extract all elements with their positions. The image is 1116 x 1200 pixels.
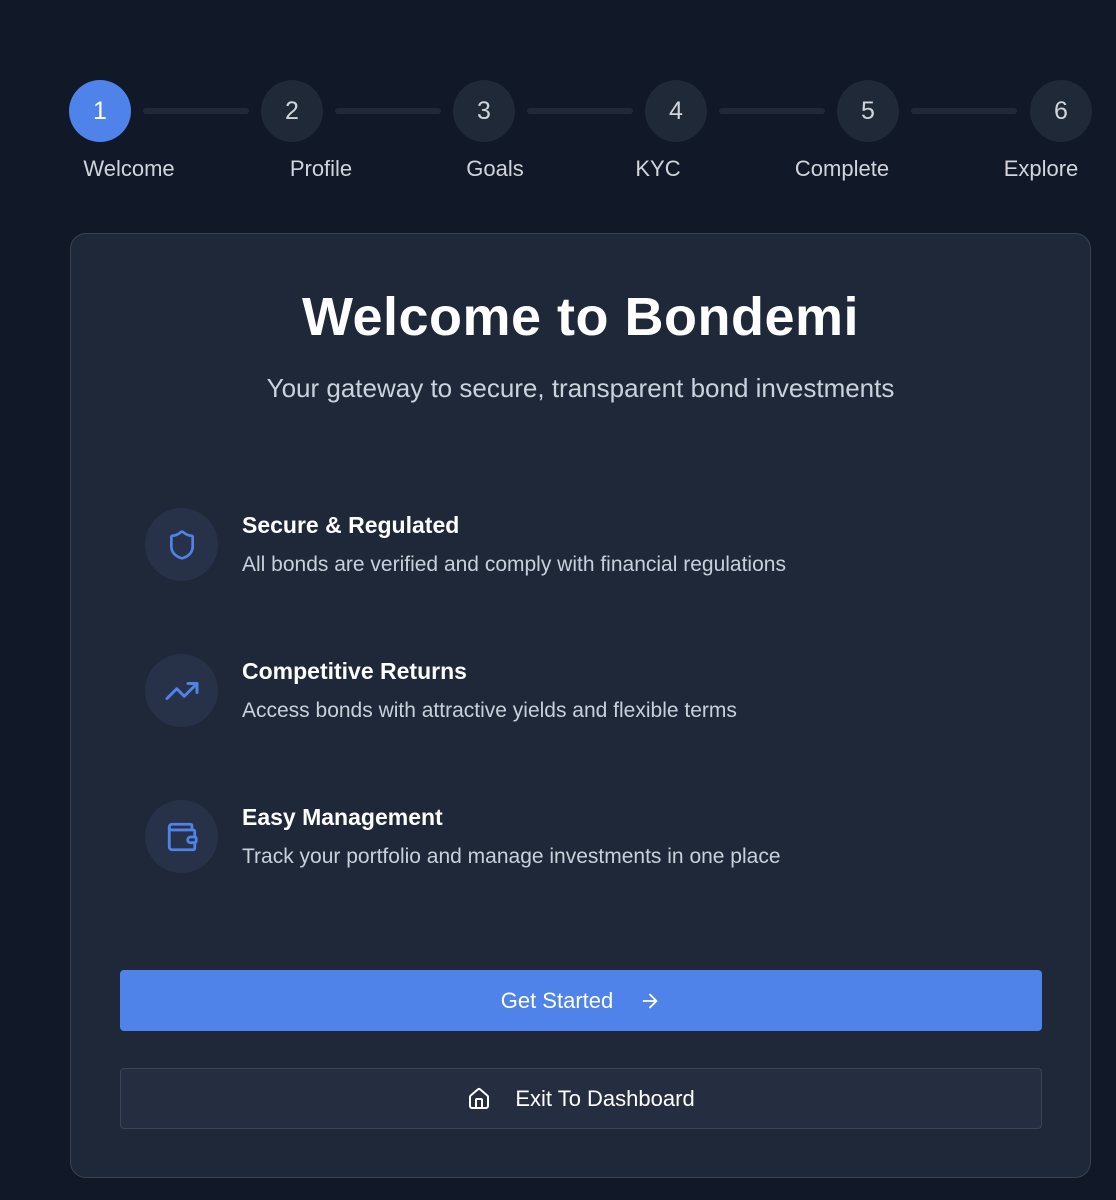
feature-description: Access bonds with attractive yields and … xyxy=(242,699,737,722)
shield-icon xyxy=(145,508,218,581)
page-title: Welcome to Bondemi xyxy=(301,287,860,347)
page-subtitle: Your gateway to secure, transparent bond… xyxy=(266,373,895,403)
step-6-label: Explore xyxy=(1003,156,1079,181)
onboarding-stepper: 1 2 3 4 5 6 Welcome Profile Goals KYC Co… xyxy=(0,0,1116,200)
get-started-button[interactable]: Get Started xyxy=(120,970,1042,1031)
step-connector xyxy=(335,108,441,114)
home-icon xyxy=(467,1087,491,1111)
feature-description: All bonds are verified and comply with f… xyxy=(242,553,786,576)
exit-to-dashboard-button[interactable]: Exit To Dashboard xyxy=(120,1068,1042,1129)
feature-item-management: Easy Management Track your portfolio and… xyxy=(145,800,1025,874)
step-connector xyxy=(143,108,249,114)
trending-up-icon xyxy=(145,654,218,727)
step-2-label: Profile xyxy=(289,156,353,181)
step-4-circle[interactable]: 4 xyxy=(645,80,707,142)
welcome-card: Welcome to Bondemi Your gateway to secur… xyxy=(70,233,1091,1178)
step-1-circle[interactable]: 1 xyxy=(69,80,131,142)
feature-title: Easy Management xyxy=(242,804,443,830)
step-connector xyxy=(911,108,1017,114)
step-5-label: Complete xyxy=(794,156,890,181)
feature-item-secure: Secure & Regulated All bonds are verifie… xyxy=(145,508,1025,582)
exit-to-dashboard-label: Exit To Dashboard xyxy=(515,1085,695,1111)
feature-description: Track your portfolio and manage investme… xyxy=(242,845,781,868)
arrow-right-icon xyxy=(639,990,661,1012)
step-5-circle[interactable]: 5 xyxy=(837,80,899,142)
step-3-label: Goals xyxy=(466,156,524,181)
feature-item-returns: Competitive Returns Access bonds with at… xyxy=(145,654,1025,728)
feature-title: Competitive Returns xyxy=(242,658,467,684)
feature-title: Secure & Regulated xyxy=(242,512,460,538)
get-started-label: Get Started xyxy=(500,987,614,1013)
step-1-label: Welcome xyxy=(83,156,175,181)
step-connector xyxy=(719,108,825,114)
step-6-circle[interactable]: 6 xyxy=(1030,80,1092,142)
step-4-label: KYC xyxy=(635,156,681,181)
wallet-icon xyxy=(145,800,218,873)
step-3-circle[interactable]: 3 xyxy=(453,80,515,142)
step-2-circle[interactable]: 2 xyxy=(261,80,323,142)
step-connector xyxy=(527,108,633,114)
